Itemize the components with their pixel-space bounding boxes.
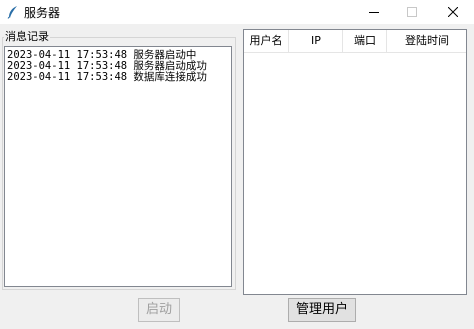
- column-header-username[interactable]: 用户名: [244, 30, 288, 52]
- minimize-button[interactable]: [356, 0, 392, 24]
- close-icon: [448, 7, 458, 17]
- table-header: 用户名 IP 端口 登陆时间: [244, 30, 466, 53]
- start-button[interactable]: 启动: [138, 298, 180, 322]
- maximize-button[interactable]: [394, 0, 430, 24]
- users-table[interactable]: 用户名 IP 端口 登陆时间: [243, 29, 467, 295]
- column-header-port[interactable]: 端口: [342, 30, 387, 52]
- window-title: 服务器: [24, 6, 61, 20]
- feather-icon: [7, 6, 17, 19]
- minimize-icon: [369, 12, 379, 13]
- close-button[interactable]: [432, 0, 474, 24]
- column-header-ip[interactable]: IP: [288, 30, 343, 52]
- manage-users-button[interactable]: 管理用户: [288, 298, 356, 322]
- column-header-login-time[interactable]: 登陆时间: [386, 30, 467, 52]
- title-bar: 服务器: [0, 0, 474, 24]
- log-line: 2023-04-11 17:53:48 数据库连接成功: [7, 71, 207, 83]
- log-legend: 消息记录: [4, 30, 50, 43]
- maximize-icon: [407, 7, 417, 17]
- log-text-area[interactable]: 2023-04-11 17:53:48 服务器启动中 2023-04-11 17:…: [4, 46, 232, 287]
